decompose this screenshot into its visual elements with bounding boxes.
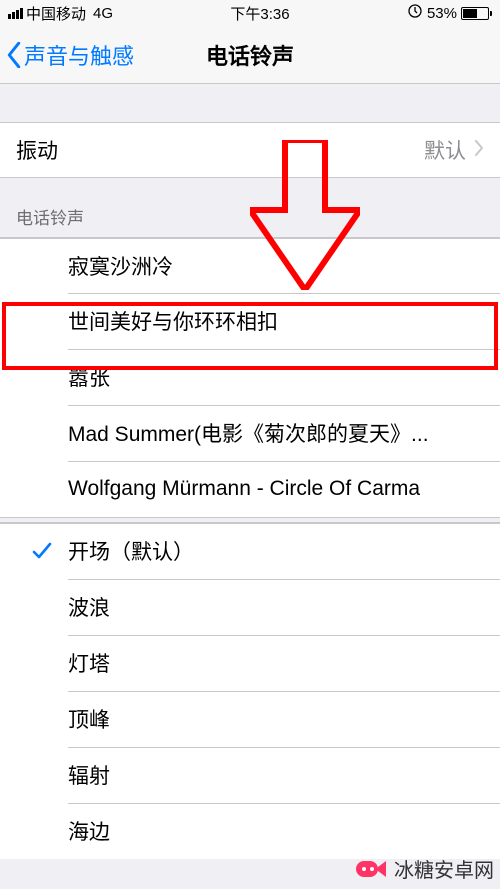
- builtin-tones-list: 开场（默认） 波浪 灯塔 顶峰 辐射 海边: [0, 523, 500, 859]
- ringtone-row[interactable]: 世间美好与你环环相扣: [0, 293, 500, 349]
- battery-icon: [461, 7, 492, 20]
- section-header: 电话铃声: [0, 178, 500, 237]
- ringtone-label: 世间美好与你环环相扣: [68, 306, 484, 336]
- carrier-label: 中国移动: [26, 3, 86, 24]
- nav-bar: 声音与触感 电话铃声: [0, 26, 500, 84]
- ringtone-label: 开场（默认）: [68, 536, 484, 566]
- ringtone-label: 灯塔: [68, 648, 484, 678]
- chevron-right-icon: [474, 138, 484, 162]
- ringtone-row[interactable]: 波浪: [0, 579, 500, 635]
- ringtone-label: 辐射: [68, 760, 484, 790]
- battery-pct: 53%: [427, 5, 457, 22]
- custom-tones-list: 寂寞沙洲冷 世间美好与你环环相扣 嚣张 Mad Summer(电影《菊次郎的夏天…: [0, 237, 500, 517]
- watermark-text: 冰糖安卓网: [394, 854, 494, 883]
- ringtone-row[interactable]: 灯塔: [0, 635, 500, 691]
- rotation-lock-icon: [407, 3, 423, 23]
- ringtone-label: 嚣张: [68, 362, 484, 392]
- ringtone-row[interactable]: 开场（默认）: [0, 523, 500, 579]
- watermark: 冰糖安卓网: [354, 854, 494, 883]
- checkmark-icon: [16, 540, 68, 562]
- back-label: 声音与触感: [24, 39, 134, 71]
- ringtone-row[interactable]: Wolfgang Mürmann - Circle Of Carma: [0, 461, 500, 517]
- ringtone-label: Wolfgang Mürmann - Circle Of Carma: [68, 477, 484, 501]
- vibration-row[interactable]: 振动 默认: [0, 122, 500, 178]
- ringtone-row[interactable]: 辐射: [0, 747, 500, 803]
- vibration-label: 振动: [16, 135, 424, 165]
- back-button[interactable]: 声音与触感: [0, 39, 134, 71]
- ringtone-label: 海边: [68, 816, 484, 846]
- status-time: 下午3:36: [230, 3, 289, 24]
- ringtone-row[interactable]: 嚣张: [0, 349, 500, 405]
- watermark-icon: [354, 857, 388, 881]
- status-left: 中国移动 4G: [8, 3, 113, 24]
- ringtone-row[interactable]: 海边: [0, 803, 500, 859]
- ringtone-label: 寂寞沙洲冷: [68, 251, 484, 281]
- ringtone-label: 顶峰: [68, 704, 484, 734]
- ringtone-label: 波浪: [68, 592, 484, 622]
- status-right: 53%: [407, 3, 492, 23]
- vibration-value: 默认: [424, 135, 466, 165]
- chevron-left-icon: [6, 42, 22, 68]
- ringtone-row[interactable]: 寂寞沙洲冷: [0, 237, 500, 293]
- network-label: 4G: [93, 5, 113, 22]
- ringtone-row[interactable]: Mad Summer(电影《菊次郎的夏天》...: [0, 405, 500, 461]
- signal-icon: [8, 8, 23, 19]
- ringtone-row[interactable]: 顶峰: [0, 691, 500, 747]
- ringtone-label: Mad Summer(电影《菊次郎的夏天》...: [68, 418, 484, 448]
- status-bar: 中国移动 4G 下午3:36 53%: [0, 0, 500, 26]
